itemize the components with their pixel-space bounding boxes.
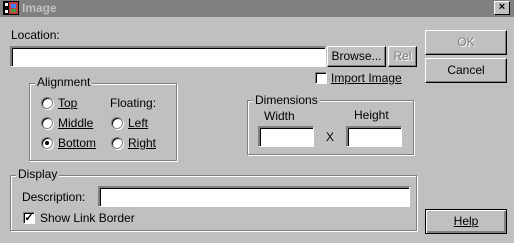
description-input[interactable] bbox=[100, 188, 409, 206]
description-label: Description: bbox=[22, 190, 86, 204]
height-label: Height bbox=[354, 108, 389, 122]
location-field[interactable] bbox=[10, 46, 326, 67]
height-field[interactable] bbox=[346, 126, 402, 147]
title-bar[interactable] bbox=[0, 0, 514, 17]
help-button[interactable]: Help bbox=[425, 209, 507, 234]
show-link-border-label: Show Link Border bbox=[40, 211, 135, 225]
width-input[interactable] bbox=[260, 128, 313, 146]
dimension-separator: X bbox=[326, 130, 335, 144]
film-image-icon bbox=[3, 1, 19, 15]
window-title: Image bbox=[22, 1, 57, 15]
show-link-border-checkbox[interactable]: ✓ bbox=[23, 212, 35, 224]
cancel-button[interactable]: Cancel bbox=[425, 58, 507, 83]
dimensions-title: Dimensions bbox=[253, 93, 320, 107]
rel-button[interactable]: Rel bbox=[388, 46, 417, 67]
browse-button[interactable]: Browse... bbox=[327, 46, 386, 67]
height-input[interactable] bbox=[348, 128, 401, 146]
close-button[interactable]: × bbox=[494, 1, 510, 15]
display-title: Display bbox=[16, 167, 60, 181]
description-field[interactable] bbox=[98, 186, 410, 207]
ok-button[interactable]: OK bbox=[425, 30, 507, 55]
location-input[interactable] bbox=[12, 48, 325, 66]
check-mark-icon: ✓ bbox=[24, 212, 34, 224]
alignment-title: Alignment bbox=[35, 75, 93, 89]
radio-selected-dot bbox=[45, 141, 49, 145]
close-icon: × bbox=[498, 1, 506, 13]
radio-bottom[interactable] bbox=[41, 137, 53, 149]
import-image-checkbox[interactable] bbox=[315, 72, 327, 84]
location-label: Location: bbox=[11, 28, 60, 42]
radio-right[interactable] bbox=[111, 137, 123, 149]
radio-bottom-label: Bottom bbox=[58, 136, 97, 150]
width-field[interactable] bbox=[258, 126, 314, 147]
width-label: Width bbox=[264, 109, 295, 123]
radio-left[interactable] bbox=[111, 117, 123, 129]
import-image-label: Import Image bbox=[331, 71, 402, 85]
radio-middle-label: Middle bbox=[58, 116, 94, 130]
floating-label: Floating: bbox=[110, 96, 157, 110]
radio-right-label: Right bbox=[128, 136, 157, 150]
radio-top[interactable] bbox=[41, 97, 53, 109]
radio-top-label: Top bbox=[58, 96, 78, 110]
radio-middle[interactable] bbox=[41, 117, 53, 129]
radio-left-label: Left bbox=[128, 116, 149, 130]
